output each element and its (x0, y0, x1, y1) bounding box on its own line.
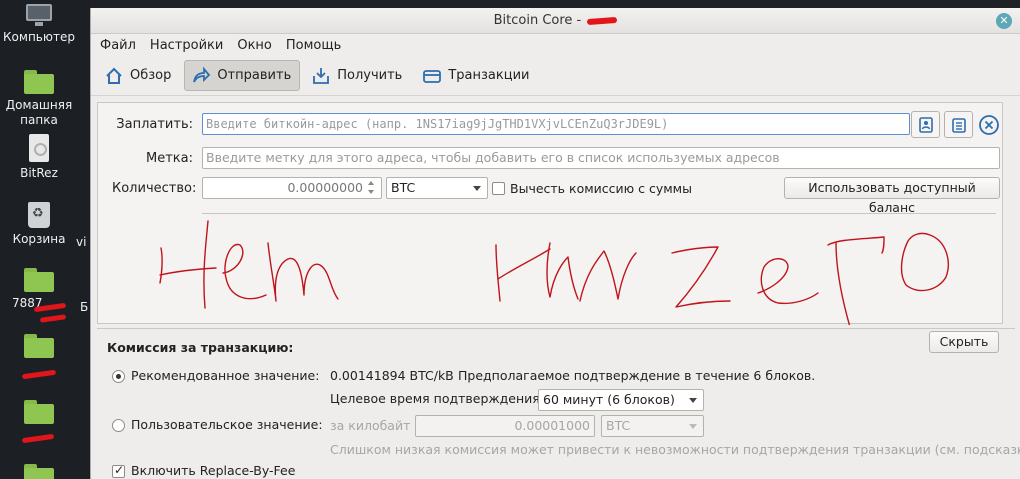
bitcoin-core-window: Bitcoin Core - ✕ Файл Настройки Окно Пом… (90, 8, 1020, 479)
redaction-mark (21, 433, 55, 444)
desktop-folder-2[interactable] (0, 334, 78, 362)
folder-icon (24, 464, 54, 479)
disk-icon (29, 134, 49, 162)
custom-fee-unit-select[interactable]: BTC (601, 415, 704, 437)
desktop-home-folder[interactable]: Домашняя папка (0, 70, 78, 128)
folder-icon (24, 70, 54, 94)
redaction-mark (39, 314, 67, 323)
desktop-label: BitRez (20, 166, 58, 180)
hide-fee-button[interactable]: Скрыть (929, 331, 999, 353)
desktop-folder-3[interactable] (0, 400, 78, 428)
chevron-down-icon (689, 398, 697, 403)
computer-icon (25, 4, 53, 26)
desktop-label: Корзина (12, 232, 66, 246)
custom-fee-unit-value: BTC (606, 418, 631, 433)
folder-icon (24, 400, 54, 424)
send-page: Заплатить: Введите биткойн-адрес (напр. … (91, 98, 1020, 479)
desktop-computer[interactable]: Компьютер (0, 4, 78, 45)
custom-fee-input[interactable]: 0.00001000 (415, 415, 595, 437)
recommended-fee-label: Рекомендованное значение: (131, 368, 320, 383)
menu-bar: Файл Настройки Окно Помощь (91, 34, 1020, 56)
tab-overview[interactable]: Обзор (97, 60, 180, 91)
handwriting-scrawl (159, 220, 949, 325)
folder-icon (24, 334, 54, 358)
tab-send[interactable]: Отправить (184, 60, 301, 91)
rbf-label: Включить Replace-By-Fee (131, 463, 296, 478)
desktop-partial-label: vi (76, 235, 87, 249)
fee-section-title: Комиссия за транзакцию: (107, 340, 294, 355)
recommended-fee-radio[interactable] (112, 370, 125, 383)
fee-panel: Комиссия за транзакцию: Скрыть Рекомендо… (97, 328, 1020, 479)
menu-window[interactable]: Окно (237, 38, 272, 53)
per-kb-label: за килобайт (330, 418, 411, 433)
redaction-mark (21, 369, 57, 380)
desktop-label: Компьютер (3, 30, 75, 44)
custom-fee-label: Пользовательское значение: (131, 417, 323, 432)
confirmation-target-select[interactable]: 60 минут (6 блоков) (538, 389, 704, 411)
close-icon[interactable]: ✕ (996, 13, 1012, 29)
redaction-mark (587, 16, 618, 25)
transactions-icon (422, 66, 442, 86)
confirmation-target-value: 60 минут (6 блоков) (543, 392, 675, 407)
window-title: Bitcoin Core - (493, 13, 582, 28)
desktop: Компьютер Домашняя папка BitRez Корзина … (0, 0, 90, 479)
low-fee-warning: Слишком низкая комиссия может привести к… (330, 442, 1020, 457)
menu-file[interactable]: Файл (100, 38, 136, 53)
send-icon (191, 66, 211, 86)
custom-fee-radio[interactable] (112, 419, 125, 432)
home-icon (104, 66, 124, 86)
recommended-fee-rate: 0.00141894 BTC/kB (330, 368, 454, 383)
chevron-down-icon (689, 424, 697, 429)
desktop-partial-label-2: Б (80, 300, 89, 314)
menu-help[interactable]: Помощь (286, 38, 341, 53)
tab-label: Обзор (130, 68, 172, 83)
receive-icon (311, 66, 331, 86)
tab-receive[interactable]: Получить (304, 60, 411, 91)
tab-label: Отправить (217, 68, 292, 83)
menu-settings[interactable]: Настройки (150, 38, 223, 53)
send-entry-panel: Заплатить: Введите биткойн-адрес (напр. … (97, 102, 1003, 325)
recommended-fee-note: Предполагаемое подтверждение в течение 6… (458, 368, 816, 383)
folder-icon (24, 268, 54, 292)
tab-label: Получить (337, 68, 403, 83)
tab-label: Транзакции (448, 68, 530, 83)
desktop-folder-4[interactable] (0, 464, 78, 479)
rbf-checkbox[interactable] (112, 463, 125, 478)
title-bar[interactable]: Bitcoin Core - ✕ (91, 8, 1020, 34)
desktop-label: Домашняя папка (5, 98, 73, 127)
desktop-trash[interactable]: Корзина (0, 202, 78, 247)
toolbar: Обзор Отправить Получить Транзакции (91, 56, 1020, 96)
desktop-folder-1[interactable]: 7887 (0, 268, 78, 311)
tab-transactions[interactable]: Транзакции (415, 60, 538, 91)
trash-icon (28, 202, 50, 228)
desktop-bitrez[interactable]: BitRez (0, 134, 78, 181)
confirmation-target-label: Целевое время подтверждения (330, 391, 540, 406)
